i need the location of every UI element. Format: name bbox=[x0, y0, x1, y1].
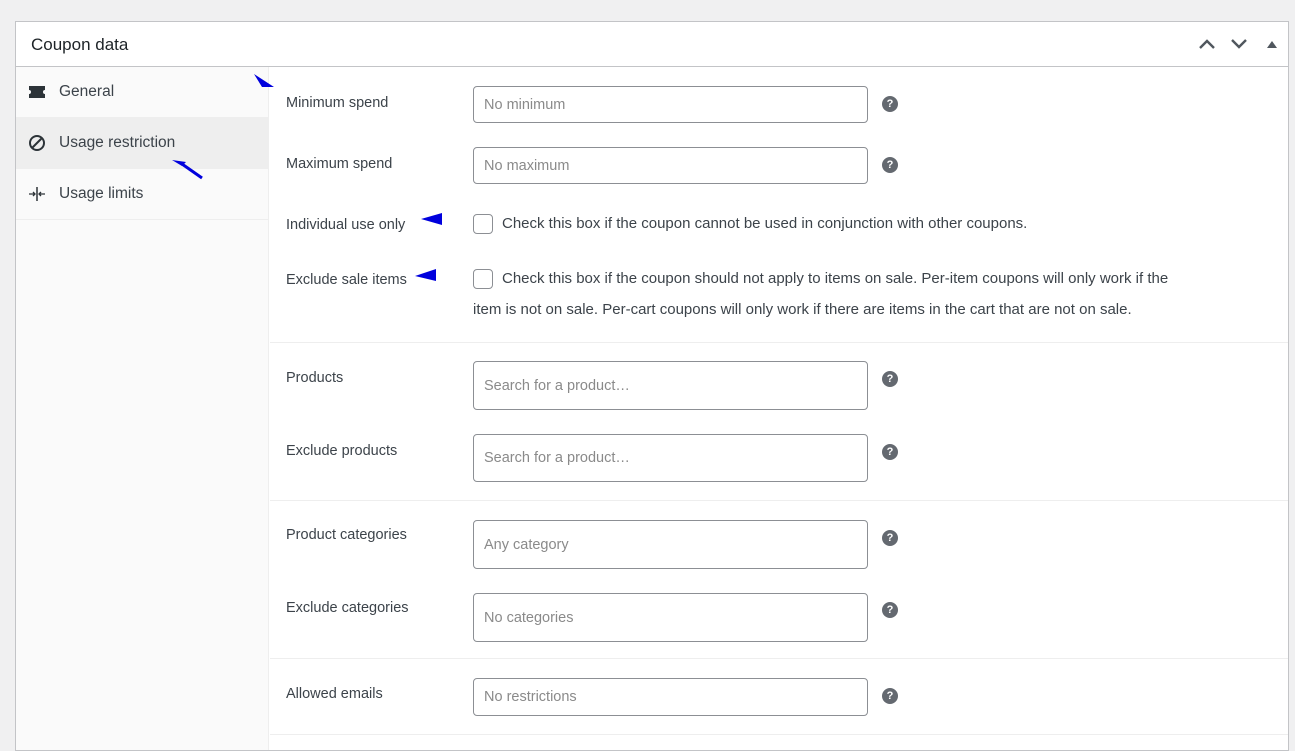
exclude-categories-label: Exclude categories bbox=[286, 600, 409, 616]
annotation-arrow-icon bbox=[421, 213, 442, 225]
ticket-icon bbox=[28, 83, 46, 101]
usage-restriction-panel: Minimum spend ? Maximum spend ? Individu… bbox=[270, 67, 1288, 750]
limits-icon bbox=[28, 185, 46, 203]
maximum-spend-input[interactable] bbox=[473, 147, 868, 184]
help-icon[interactable]: ? bbox=[882, 371, 898, 387]
tab-usage-limits[interactable]: Usage limits bbox=[16, 169, 268, 220]
minimum-spend-input[interactable] bbox=[473, 86, 868, 123]
annotation-arrow-icon bbox=[254, 74, 274, 87]
individual-use-description: Check this box if the coupon cannot be u… bbox=[502, 215, 1028, 232]
annotation-arrow-icon bbox=[415, 269, 436, 281]
product-categories-input[interactable] bbox=[473, 520, 868, 569]
chevron-down-icon[interactable] bbox=[1227, 32, 1251, 56]
no-entry-icon bbox=[28, 134, 46, 152]
tab-label: Usage restriction bbox=[59, 134, 176, 151]
exclude-sale-description-line2: item is not on sale. Per-cart coupons wi… bbox=[473, 301, 1132, 318]
tab-label: Usage limits bbox=[59, 185, 144, 202]
tab-general[interactable]: General bbox=[16, 67, 268, 118]
products-search-input[interactable] bbox=[473, 361, 868, 410]
allowed-emails-input[interactable] bbox=[473, 678, 868, 716]
products-label: Products bbox=[286, 370, 344, 386]
allowed-emails-label: Allowed emails bbox=[286, 686, 383, 702]
categories-section: Product categories ? Exclude categories … bbox=[270, 501, 1288, 659]
product-categories-label: Product categories bbox=[286, 527, 407, 543]
tab-usage-restriction[interactable]: Usage restriction bbox=[16, 118, 268, 169]
emails-section: Allowed emails ? bbox=[270, 659, 1288, 735]
exclude-sale-description-line1: Check this box if the coupon should not … bbox=[502, 270, 1169, 287]
help-icon[interactable]: ? bbox=[882, 530, 898, 546]
coupon-tabs-sidebar: General Usage restriction Usage limits bbox=[16, 67, 269, 750]
panel-title: Coupon data bbox=[31, 35, 129, 54]
exclude-sale-label: Exclude sale items bbox=[286, 272, 407, 288]
coupon-data-panel: Coupon data General Usage restriction Us… bbox=[15, 21, 1289, 751]
spend-section: Minimum spend ? Maximum spend ? Individu… bbox=[270, 67, 1288, 343]
annotation-arrow-icon bbox=[172, 160, 203, 180]
exclude-categories-input[interactable] bbox=[473, 593, 868, 642]
tab-label: General bbox=[59, 83, 115, 100]
exclude-products-search-input[interactable] bbox=[473, 434, 868, 482]
individual-use-checkbox[interactable] bbox=[473, 214, 493, 234]
products-section: Products ? Exclude products ? bbox=[270, 343, 1288, 501]
help-icon[interactable]: ? bbox=[882, 444, 898, 460]
chevron-up-icon[interactable] bbox=[1195, 32, 1219, 56]
exclude-products-label: Exclude products bbox=[286, 443, 398, 459]
help-icon[interactable]: ? bbox=[882, 602, 898, 618]
panel-header: Coupon data bbox=[16, 22, 1288, 67]
help-icon[interactable]: ? bbox=[882, 96, 898, 112]
help-icon[interactable]: ? bbox=[882, 688, 898, 704]
triangle-up-icon[interactable] bbox=[1260, 32, 1284, 56]
individual-use-label: Individual use only bbox=[286, 217, 406, 233]
help-icon[interactable]: ? bbox=[882, 157, 898, 173]
minimum-spend-label: Minimum spend bbox=[286, 95, 389, 111]
maximum-spend-label: Maximum spend bbox=[286, 156, 393, 172]
exclude-sale-checkbox[interactable] bbox=[473, 269, 493, 289]
